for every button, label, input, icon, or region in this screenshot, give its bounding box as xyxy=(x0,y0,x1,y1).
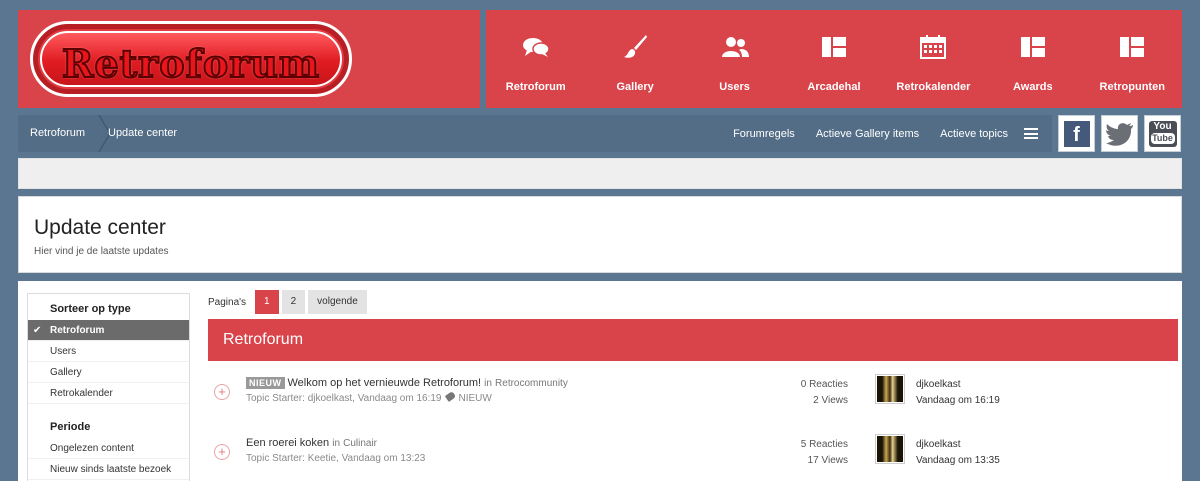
sidebar-heading-type: Sorteer op type xyxy=(50,303,131,315)
link-actieve-topics[interactable]: Actieve topics xyxy=(940,128,1008,140)
last-post-time[interactable]: Vandaag om 16:19 xyxy=(916,393,1000,409)
topic-stats: 0 Reacties 2 Views xyxy=(801,377,848,409)
sidebar-item-nieuw-sinds[interactable]: Nieuw sinds laatste bezoek xyxy=(28,459,189,480)
paintbrush-icon xyxy=(622,32,648,62)
nav-item-retrokalender[interactable]: Retrokalender xyxy=(884,10,983,108)
page-subtitle: Hier vind je de laatste updates xyxy=(34,246,169,257)
sidebar-item-retrokalender[interactable]: Retrokalender xyxy=(28,383,189,404)
topic-tag[interactable]: NIEUW xyxy=(458,393,491,404)
nav-item-users[interactable]: Users xyxy=(685,10,784,108)
nav-item-awards[interactable]: Awards xyxy=(983,10,1082,108)
facebook-icon: f xyxy=(1063,120,1090,147)
twitter-button[interactable] xyxy=(1101,115,1138,152)
nav-item-label: Awards xyxy=(1013,81,1053,93)
site-header-logo-area: Retroforum xyxy=(18,10,480,108)
announcement-bar xyxy=(18,158,1182,189)
topic-meta: Topic Starter: Keetie, Vandaag om 13:23 xyxy=(246,453,426,464)
new-badge: NIEUW xyxy=(246,377,285,389)
top-links: Forumregels Actieve Gallery items Actiev… xyxy=(712,115,1052,152)
chat-bubbles-icon xyxy=(522,32,550,62)
layout-icon xyxy=(821,32,846,62)
nav-item-label: Retropunten xyxy=(1099,81,1165,93)
link-forumregels[interactable]: Forumregels xyxy=(733,128,795,140)
facebook-button[interactable]: f xyxy=(1058,115,1095,152)
section-title: Retroforum xyxy=(208,319,1178,361)
page-title: Update center xyxy=(34,216,166,239)
main-nav: Retroforum Gallery Users Arcadehal Retro… xyxy=(486,10,1182,108)
page-1-button[interactable]: 1 xyxy=(255,290,279,314)
nav-item-label: Arcadehal xyxy=(807,81,861,93)
expand-icon[interactable]: + xyxy=(214,384,230,400)
view-count: 2 Views xyxy=(813,395,848,406)
logo-text: Retroforum xyxy=(61,40,321,87)
topic-title-link[interactable]: Welkom op het vernieuwde Retroforum! xyxy=(288,377,482,389)
page-2-button[interactable]: 2 xyxy=(281,290,306,314)
sidebar-item-ongelezen[interactable]: Ongelezen content xyxy=(28,438,189,459)
sidebar-item-retroforum[interactable]: Retroforum xyxy=(28,320,189,341)
topic-title-link[interactable]: Een roerei koken xyxy=(246,437,329,449)
forum-link[interactable]: Culinair xyxy=(343,438,377,449)
breadcrumb: Retroforum Update center Forumregels Act… xyxy=(18,115,1052,152)
tag-icon xyxy=(445,391,457,402)
avatar[interactable] xyxy=(875,374,905,404)
main-content: Sorteer op type Retroforum Users Gallery… xyxy=(18,281,1182,481)
last-poster-link[interactable]: djkoelkast xyxy=(916,377,1000,393)
topic-stats: 5 Reacties 17 Views xyxy=(801,437,848,469)
last-poster-link[interactable]: djkoelkast xyxy=(916,437,1000,453)
avatar[interactable] xyxy=(875,434,905,464)
sidebar-item-users[interactable]: Users xyxy=(28,341,189,362)
nav-item-label: Retroforum xyxy=(505,81,566,93)
twitter-icon xyxy=(1105,122,1133,146)
topic-row: + NIEUW Welkom op het vernieuwde Retrofor… xyxy=(208,372,1178,416)
next-page-button[interactable]: volgende xyxy=(308,290,367,314)
pagination: Pagina's 1 2 volgende xyxy=(208,290,370,314)
nav-item-retropunten[interactable]: Retropunten xyxy=(1083,10,1182,108)
sidebar-heading-period: Periode xyxy=(50,421,91,433)
nav-item-arcadehal[interactable]: Arcadehal xyxy=(784,10,883,108)
users-icon xyxy=(721,32,749,62)
page-header: Update center Hier vind je de laatste up… xyxy=(18,196,1182,273)
nav-item-label: Retrokalender xyxy=(896,81,971,93)
nav-item-label: Gallery xyxy=(616,81,654,93)
menu-icon[interactable] xyxy=(1024,128,1038,139)
nav-item-gallery[interactable]: Gallery xyxy=(585,10,684,108)
breadcrumb-home-link[interactable]: Retroforum xyxy=(30,115,85,152)
layout-icon xyxy=(1120,32,1145,62)
expand-icon[interactable]: + xyxy=(214,444,230,460)
reply-count: 5 Reacties xyxy=(800,439,848,450)
topic-row: + Een roerei koken in Culinair Topic Sta… xyxy=(208,432,1178,476)
forum-link[interactable]: Retrocommunity xyxy=(495,378,568,389)
sidebar-item-gallery[interactable]: Gallery xyxy=(28,362,189,383)
nav-item-retroforum[interactable]: Retroforum xyxy=(486,10,585,108)
calendar-icon xyxy=(920,32,947,62)
youtube-button[interactable]: You Tube xyxy=(1144,115,1181,152)
nav-item-label: Users xyxy=(719,81,750,93)
youtube-icon: You Tube xyxy=(1148,120,1177,147)
topic-meta: Topic Starter: djkoelkast, Vandaag om 16… xyxy=(246,393,442,404)
link-actieve-gallery-items[interactable]: Actieve Gallery items xyxy=(816,128,919,140)
view-count: 17 Views xyxy=(807,455,848,466)
site-logo[interactable]: Retroforum xyxy=(30,21,352,97)
last-post-time[interactable]: Vandaag om 13:35 xyxy=(916,453,1000,469)
reply-count: 0 Reacties xyxy=(800,379,848,390)
breadcrumb-current: Update center xyxy=(108,127,178,139)
layout-icon xyxy=(1020,32,1045,62)
filter-sidebar: Sorteer op type Retroforum Users Gallery… xyxy=(27,293,190,481)
pagination-label: Pagina's xyxy=(208,296,247,308)
